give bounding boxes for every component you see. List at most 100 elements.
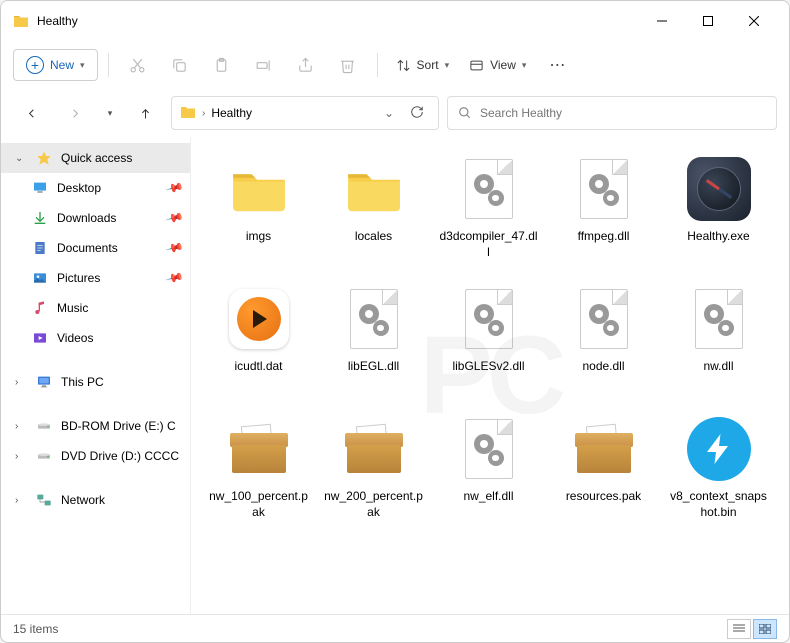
file-label: resources.pak — [566, 489, 641, 505]
file-item[interactable]: ffmpeg.dll — [546, 147, 661, 277]
cut-button[interactable] — [119, 47, 157, 83]
paste-button[interactable] — [203, 47, 241, 83]
file-item[interactable]: Healthy.exe — [661, 147, 776, 277]
new-button[interactable]: + New ▾ — [13, 49, 98, 81]
back-button[interactable] — [13, 95, 49, 131]
file-item[interactable]: libEGL.dll — [316, 277, 431, 407]
address-bar[interactable]: › Healthy ⌄ — [171, 96, 439, 130]
sidebar-item-label: Desktop — [57, 181, 101, 195]
file-label: v8_context_snapshot.bin — [669, 489, 769, 520]
bolt-icon — [683, 413, 755, 485]
file-item[interactable]: nw_elf.dll — [431, 407, 546, 537]
forward-button[interactable] — [57, 95, 93, 131]
breadcrumb-item[interactable]: Healthy — [211, 106, 252, 120]
file-item[interactable]: nw.dll — [661, 277, 776, 407]
chevron-right-icon: › — [15, 421, 27, 432]
sidebar-network[interactable]: › Network — [1, 485, 190, 515]
file-item[interactable]: locales — [316, 147, 431, 277]
plus-icon: + — [26, 56, 44, 74]
compass-icon — [683, 153, 755, 225]
file-label: nw_100_percent.pak — [209, 489, 309, 520]
refresh-button[interactable] — [404, 105, 430, 122]
sidebar-drive[interactable]: ›DVD Drive (D:) CCCC — [1, 441, 190, 471]
file-item[interactable]: d3dcompiler_47.dll — [431, 147, 546, 277]
toolbar: + New ▾ Sort ▾ View ▾ ⋯ — [1, 41, 789, 89]
file-label: d3dcompiler_47.dll — [439, 229, 539, 260]
close-button[interactable] — [731, 5, 777, 37]
file-label: node.dll — [582, 359, 624, 375]
file-item[interactable]: v8_context_snapshot.bin — [661, 407, 776, 537]
sidebar-item-downloads[interactable]: Downloads📌 — [1, 203, 190, 233]
chevron-down-icon[interactable]: ⌄ — [380, 106, 398, 120]
chevron-down-icon: ▾ — [80, 60, 85, 71]
new-label: New — [50, 58, 74, 72]
pictures-icon — [31, 269, 49, 287]
sidebar-item-pictures[interactable]: Pictures📌 — [1, 263, 190, 293]
more-button[interactable]: ⋯ — [538, 47, 576, 83]
sidebar-quick-access[interactable]: ⌄ Quick access — [1, 143, 190, 173]
file-grid[interactable]: PC imgslocalesd3dcompiler_47.dllffmpeg.d… — [191, 137, 789, 614]
rename-button[interactable] — [245, 47, 283, 83]
file-item[interactable]: icudtl.dat — [201, 277, 316, 407]
file-label: locales — [355, 229, 392, 245]
titlebar[interactable]: Healthy — [1, 1, 789, 41]
chevron-down-icon: ⌄ — [15, 153, 27, 164]
share-button[interactable] — [287, 47, 325, 83]
up-button[interactable] — [127, 95, 163, 131]
icons-view-button[interactable] — [753, 619, 777, 639]
search-box[interactable] — [447, 96, 777, 130]
sidebar: ⌄ Quick access Desktop📌Downloads📌Documen… — [1, 137, 191, 614]
chevron-right-icon: › — [15, 377, 27, 388]
pin-icon: 📌 — [165, 178, 185, 198]
sidebar-this-pc[interactable]: › This PC — [1, 367, 190, 397]
chevron-down-icon: ▾ — [445, 60, 450, 71]
view-button[interactable]: View ▾ — [461, 52, 534, 79]
drive-icon — [35, 447, 53, 465]
file-label: libEGL.dll — [348, 359, 399, 375]
sidebar-item-label: Videos — [57, 331, 93, 345]
file-item[interactable]: resources.pak — [546, 407, 661, 537]
dll-icon — [453, 413, 525, 485]
separator — [377, 53, 378, 77]
delete-button[interactable] — [329, 47, 367, 83]
sidebar-item-music[interactable]: Music — [1, 293, 190, 323]
file-item[interactable]: libGLESv2.dll — [431, 277, 546, 407]
maximize-button[interactable] — [685, 5, 731, 37]
sidebar-item-documents[interactable]: Documents📌 — [1, 233, 190, 263]
view-icon — [469, 58, 484, 73]
videos-icon — [31, 329, 49, 347]
file-item[interactable]: node.dll — [546, 277, 661, 407]
folder-icon — [223, 153, 295, 225]
drive-icon — [35, 417, 53, 435]
file-label: ffmpeg.dll — [578, 229, 630, 245]
dll-icon — [568, 283, 640, 355]
minimize-button[interactable] — [639, 5, 685, 37]
copy-button[interactable] — [161, 47, 199, 83]
chevron-right-icon: › — [15, 495, 27, 506]
pin-icon: 📌 — [165, 268, 185, 288]
dll-icon — [453, 153, 525, 225]
item-count: 15 items — [13, 622, 58, 636]
sidebar-drive[interactable]: ›BD-ROM Drive (E:) C — [1, 411, 190, 441]
file-item[interactable]: nw_100_percent.pak — [201, 407, 316, 537]
chevron-down-icon: ▾ — [522, 60, 527, 71]
dll-icon — [568, 153, 640, 225]
box-icon — [338, 413, 410, 485]
file-label: nw_elf.dll — [463, 489, 513, 505]
sidebar-item-videos[interactable]: Videos — [1, 323, 190, 353]
documents-icon — [31, 239, 49, 257]
sidebar-item-desktop[interactable]: Desktop 📌 — [1, 173, 190, 203]
file-label: icudtl.dat — [234, 359, 282, 375]
dll-icon — [683, 283, 755, 355]
folder-icon — [180, 104, 196, 123]
sidebar-item-label: Documents — [57, 241, 118, 255]
dll-icon — [453, 283, 525, 355]
file-item[interactable]: imgs — [201, 147, 316, 277]
recent-button[interactable]: ▾ — [101, 95, 119, 131]
search-input[interactable] — [480, 106, 766, 120]
sort-button[interactable]: Sort ▾ — [388, 52, 458, 79]
details-view-button[interactable] — [727, 619, 751, 639]
window-title: Healthy — [37, 14, 78, 28]
sidebar-item-label: Music — [57, 301, 88, 315]
file-item[interactable]: nw_200_percent.pak — [316, 407, 431, 537]
